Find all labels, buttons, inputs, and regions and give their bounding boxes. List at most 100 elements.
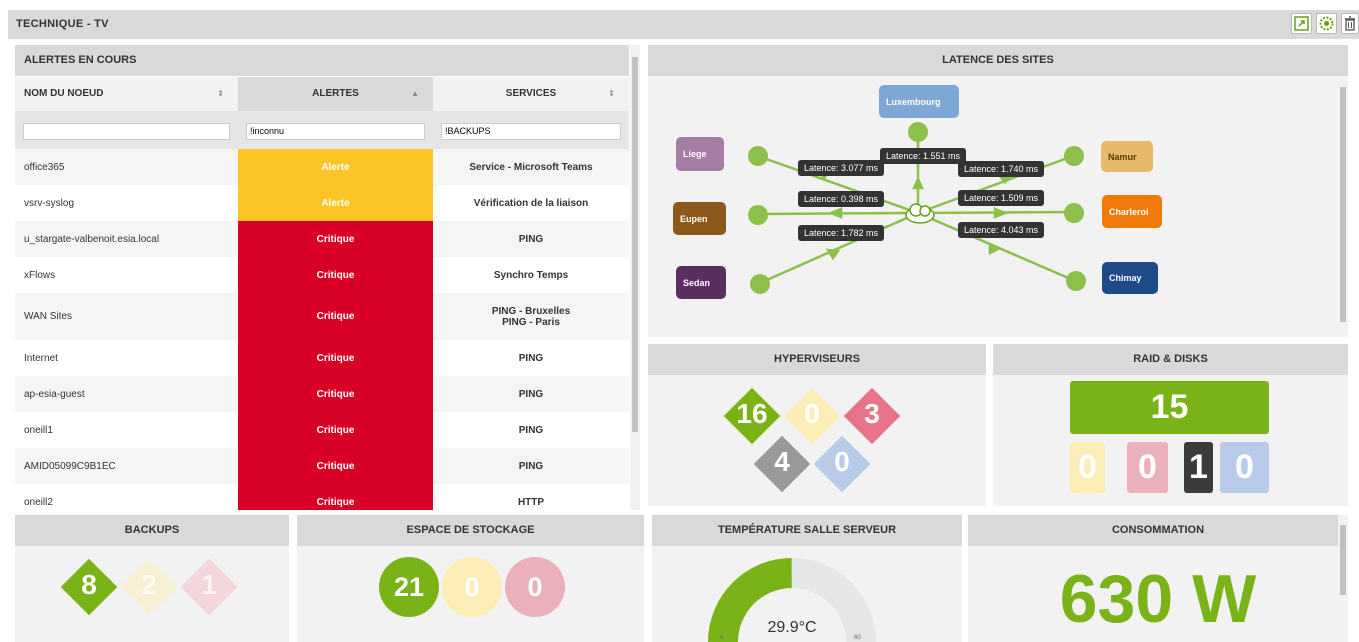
node-name-cell: ap-esia-guest	[24, 388, 85, 400]
backups-title: BACKUPS	[15, 515, 289, 546]
trash-icon[interactable]	[1341, 13, 1359, 34]
site-liege[interactable]: Liege	[676, 137, 724, 171]
site-charleroi[interactable]: Charleroi	[1102, 195, 1162, 228]
service-cell: PING	[518, 388, 544, 400]
alert-status-cell: Critique	[238, 293, 433, 340]
backups-widget: BACKUPS 8 2 1	[15, 515, 289, 642]
table-row[interactable]: office365 Alerte Service - Microsoft Teams	[15, 149, 629, 185]
raid-down-count: 1	[1184, 442, 1213, 493]
consumption-value: 630 W	[1059, 561, 1257, 637]
service-cell: PING	[518, 460, 544, 472]
consumption-widget: CONSOMMATION 630 W	[968, 515, 1348, 642]
alert-status-cell: Critique	[238, 376, 433, 412]
raid-ok-count: 15	[1070, 381, 1269, 434]
node-name-cell: u_stargate-valbenoit.esia.local	[24, 233, 160, 245]
latency-widget: LATENCE DES SITES Luxembourg Liege Eupen Se…	[648, 45, 1348, 337]
node-name-cell: oneill1	[24, 424, 53, 436]
service-filter-input[interactable]	[441, 122, 621, 140]
site-chimay[interactable]: Chimay	[1102, 262, 1158, 294]
service-cell: PING	[518, 352, 544, 364]
latency-label: Latence: 0.398 ms	[798, 191, 885, 207]
site-namur[interactable]: Namur	[1101, 141, 1153, 172]
column-header-services[interactable]: SERVICES ⇕	[433, 77, 629, 111]
alert-filter-input[interactable]	[246, 122, 425, 140]
table-row[interactable]: vsrv-syslog Alerte Vérification de la liai…	[15, 185, 629, 221]
storage-widget: ESPACE DE STOCKAGE 21 0 0	[297, 515, 644, 642]
temperature-value: 29.9°C	[767, 619, 817, 636]
raid-widget: RAID & DISKS 15 0 0 1 0	[993, 344, 1348, 506]
gauge-min-label: 0	[720, 635, 724, 641]
raid-warning-count: 0	[1070, 442, 1105, 493]
site-luxembourg[interactable]: Luxembourg	[879, 85, 959, 118]
table-row[interactable]: WAN Sites Critique PING - Bruxelles PING - …	[15, 293, 629, 340]
service-cell: PING - Bruxelles PING - Paris	[491, 305, 571, 328]
node-name-cell: xFlows	[24, 269, 56, 281]
gauge-max-label: 60	[854, 635, 861, 641]
table-row[interactable]: Internet Critique PING	[15, 340, 629, 376]
dashboard-title: TECHNIQUE - TV	[16, 18, 109, 30]
alerts-scrollbar[interactable]	[630, 45, 640, 510]
raid-critical-count: 0	[1127, 442, 1168, 493]
hyperviseurs-title: HYPERVISEURS	[648, 344, 986, 375]
site-eupen[interactable]: Eupen	[673, 202, 726, 235]
service-cell: Service - Microsoft Teams	[469, 161, 593, 173]
sort-icon: ⇕	[217, 89, 224, 98]
node-name-cell: vsrv-syslog	[24, 197, 75, 209]
node-filter-input[interactable]	[23, 122, 230, 140]
hyperviseurs-widget: HYPERVISEURS 16 0 3 4 0	[648, 344, 986, 506]
consumption-scrollbar[interactable]	[1338, 515, 1348, 642]
storage-critical-count: 0	[505, 557, 565, 617]
node-name-cell: AMID05099C9B1EC	[24, 460, 116, 472]
table-row[interactable]: xFlows Critique Synchro Temps	[15, 257, 629, 293]
column-header-alerts[interactable]: ALERTES ▲	[238, 77, 433, 111]
latency-label: Latence: 1.509 ms	[958, 190, 1045, 206]
table-row[interactable]: oneill1 Critique PING	[15, 412, 629, 448]
site-sedan[interactable]: Sedan	[676, 266, 726, 299]
expand-icon[interactable]	[1291, 13, 1312, 34]
gear-icon[interactable]	[1316, 13, 1337, 34]
node-name-cell: office365	[24, 161, 65, 173]
service-cell: Vérification de la liaison	[473, 197, 589, 209]
service-cell: PING	[518, 424, 544, 436]
latency-scrollbar[interactable]	[1338, 77, 1348, 337]
alerts-title: ALERTES EN COURS	[15, 45, 629, 76]
alert-status-cell: Critique	[238, 340, 433, 376]
storage-title: ESPACE DE STOCKAGE	[297, 515, 644, 546]
alert-status-cell: Alerte	[238, 185, 433, 221]
temperature-widget: TEMPÉRATURE SALLE SERVEUR 29.9°C 0 60	[652, 515, 962, 642]
alert-status-cell: Critique	[238, 448, 433, 484]
alert-status-cell: Critique	[238, 412, 433, 448]
hyperviseurs-critical-count: 3	[864, 398, 880, 429]
backups-warning-count: 2	[141, 569, 157, 600]
consumption-title: CONSOMMATION	[968, 515, 1348, 546]
column-header-node[interactable]: NOM DU NOEUD ⇕	[15, 77, 238, 111]
alert-status-cell: Alerte	[238, 149, 433, 185]
dashboard-header: TECHNIQUE - TV	[8, 10, 1359, 39]
hyperviseurs-pending-count: 0	[834, 446, 850, 477]
raid-title: RAID & DISKS	[993, 344, 1348, 375]
alert-status-cell: Critique	[238, 484, 433, 510]
table-row[interactable]: ap-esia-guest Critique PING	[15, 376, 629, 412]
table-row[interactable]: oneill2 Critique HTTP	[15, 484, 629, 510]
alert-status-cell: Critique	[238, 221, 433, 257]
table-row[interactable]: u_stargate-valbenoit.esia.local Critique P…	[15, 221, 629, 257]
alert-status-cell: Critique	[238, 257, 433, 293]
hyperviseurs-warning-count: 0	[804, 398, 820, 429]
filter-row	[15, 111, 629, 149]
service-cell: Synchro Temps	[493, 269, 569, 281]
raid-unknown-count: 0	[1220, 442, 1269, 493]
service-cell: PING	[518, 233, 544, 245]
storage-warning-count: 0	[442, 557, 502, 617]
latency-label: Latence: 1.551 ms	[880, 148, 967, 164]
sort-icon: ⇕	[608, 89, 615, 98]
table-row[interactable]: AMID05099C9B1EC Critique PING	[15, 448, 629, 484]
node-name-cell: oneill2	[24, 496, 53, 508]
node-name-cell: WAN Sites	[24, 311, 72, 322]
sort-asc-icon: ▲	[411, 89, 419, 98]
hyperviseurs-ok-count: 16	[736, 398, 768, 429]
latency-label: Latence: 1.740 ms	[958, 161, 1045, 177]
backups-critical-count: 1	[201, 569, 217, 600]
backups-ok-count: 8	[81, 569, 97, 600]
node-name-cell: Internet	[24, 352, 58, 364]
service-cell: HTTP	[517, 496, 545, 508]
